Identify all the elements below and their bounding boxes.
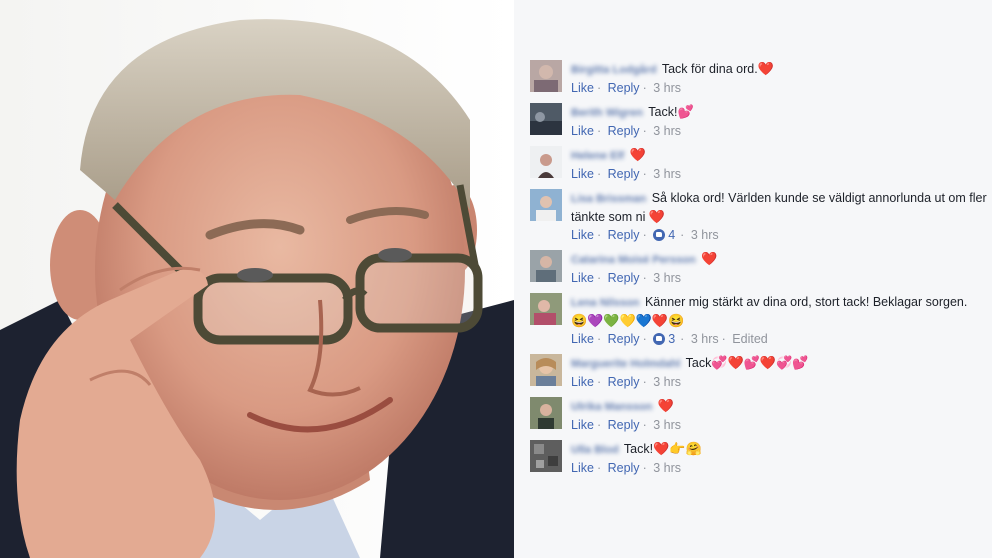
timestamp[interactable]: 3 hrs [653, 375, 681, 389]
heart-emoji: ❤️ [648, 209, 666, 224]
comment-text: Tack! [623, 442, 654, 456]
comment-text: Tack! [648, 105, 678, 119]
commenter-name[interactable]: Ulrika Mansson [571, 401, 652, 413]
reaction-count[interactable]: 3 [668, 332, 675, 346]
like-link[interactable]: Like [571, 461, 594, 475]
heart-emoji: ❤️ [701, 251, 718, 266]
avatar[interactable] [530, 60, 562, 92]
reply-link[interactable]: Reply [608, 418, 640, 432]
reply-link[interactable]: Reply [608, 375, 640, 389]
commenter-name[interactable]: Berith Wigren [571, 107, 643, 119]
timestamp[interactable]: 3 hrs [653, 418, 681, 432]
avatar[interactable] [530, 440, 562, 472]
comments-panel: Birgitta Lodgård Tack för dina ord.❤️ Li… [514, 0, 992, 558]
comment-text: Känner mig stärkt av dina ord, stort tac… [644, 295, 968, 309]
timestamp[interactable]: 3 hrs [691, 228, 719, 242]
reply-link[interactable]: Reply [608, 81, 640, 95]
comment-text: Tack för dina ord. [661, 62, 758, 76]
portrait-illustration [0, 0, 514, 558]
commenter-name[interactable]: Lena Nilsson [571, 297, 639, 309]
timestamp[interactable]: 3 hrs [653, 271, 681, 285]
heart-emoji: ❤️ [657, 398, 674, 413]
like-reaction-icon[interactable] [653, 229, 666, 241]
heart-emoji: ❤️ [629, 147, 646, 162]
hearts-emoji: 💕 [677, 104, 694, 119]
timestamp[interactable]: 3 hrs [653, 461, 681, 475]
reply-link[interactable]: Reply [608, 332, 640, 346]
portrait-photo [0, 0, 514, 558]
hearts-emoji: 💞❤️💕❤️💞💕 [711, 355, 809, 370]
avatar[interactable] [530, 103, 562, 135]
reply-link[interactable]: Reply [608, 228, 640, 242]
edited-label[interactable]: Edited [732, 332, 767, 346]
heart-emoji: ❤️ [757, 61, 774, 76]
commenter-name[interactable]: Ulla Blod [571, 444, 619, 456]
like-link[interactable]: Like [571, 332, 594, 346]
comment-text: Tack [685, 356, 712, 370]
commenter-name[interactable]: Birgitta Lodgård [571, 64, 657, 76]
avatar[interactable] [530, 250, 562, 282]
commenter-name[interactable]: Lisa Brissman [571, 193, 646, 205]
emoji-row: 😆💜💚💛💙❤️😆 [571, 313, 685, 328]
reply-link[interactable]: Reply [608, 271, 640, 285]
commenter-name[interactable]: Marguerite Holmdahl [571, 358, 680, 370]
like-link[interactable]: Like [571, 271, 594, 285]
comment-text: Så kloka ord! Världen kunde se väldigt a… [651, 191, 987, 205]
commenter-name[interactable]: Catarina Moisé Persson [571, 254, 696, 266]
like-link[interactable]: Like [571, 124, 594, 138]
like-link[interactable]: Like [571, 375, 594, 389]
avatar[interactable] [530, 397, 562, 429]
reply-link[interactable]: Reply [608, 461, 640, 475]
avatar[interactable] [530, 354, 562, 386]
like-link[interactable]: Like [571, 167, 594, 181]
like-link[interactable]: Like [571, 418, 594, 432]
like-reaction-icon[interactable] [653, 333, 666, 345]
comment-text-continued: tänkte som ni [571, 210, 646, 224]
reply-link[interactable]: Reply [608, 167, 640, 181]
reply-link[interactable]: Reply [608, 124, 640, 138]
like-link[interactable]: Like [571, 228, 594, 242]
like-link[interactable]: Like [571, 81, 594, 95]
timestamp[interactable]: 3 hrs [653, 124, 681, 138]
avatar[interactable] [530, 146, 562, 178]
timestamp[interactable]: 3 hrs [653, 167, 681, 181]
commenter-name[interactable]: Helene Elf [571, 150, 624, 162]
reaction-count[interactable]: 4 [668, 228, 675, 242]
timestamp[interactable]: 3 hrs [653, 81, 681, 95]
timestamp[interactable]: 3 hrs [691, 332, 719, 346]
emoji-row: ❤️👉🤗 [653, 441, 702, 456]
